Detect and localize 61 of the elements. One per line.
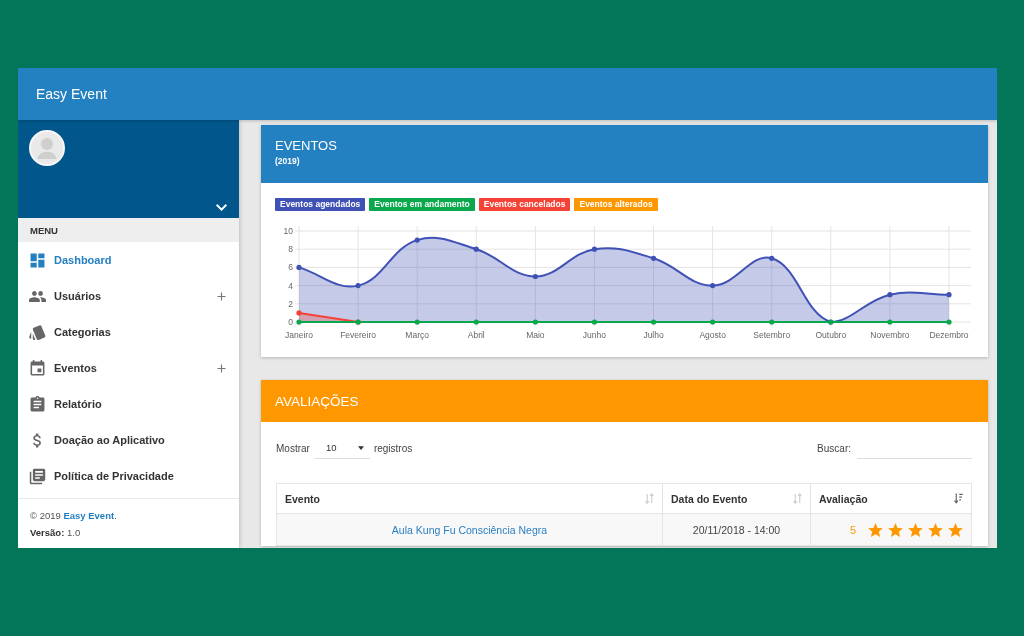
x-axis-label: Julho	[643, 330, 664, 340]
legend-label: Eventos em andamento	[374, 199, 470, 210]
chevron-down-icon[interactable]	[216, 204, 227, 211]
tiles-icon	[29, 251, 46, 269]
star-icon	[908, 522, 923, 537]
app-title: Easy Event	[36, 86, 107, 102]
pages-icon	[29, 467, 46, 485]
sidebar-item[interactable]: Dashboard	[18, 242, 239, 278]
sidebar-item[interactable]: Eventos	[18, 350, 239, 386]
column-header[interactable]: Evento	[276, 483, 663, 514]
table-cell: 20/11/2018 - 14:00	[662, 513, 811, 546]
card-title: EVENTOS	[275, 138, 337, 154]
x-axis-label: Novembro	[870, 330, 910, 340]
avatar-icon	[29, 130, 65, 166]
event-link[interactable]: Aula Kung Fu Consciência Negra	[391, 523, 548, 536]
rating-value: 5	[849, 523, 856, 536]
x-axis-label: Março	[405, 330, 429, 340]
cards-icon	[29, 323, 46, 341]
menu-heading: MENU	[18, 218, 239, 242]
sidebar-item[interactable]: Doação ao Aplicativo	[18, 422, 239, 458]
x-axis-label: Dezembro	[929, 330, 969, 340]
column-header[interactable]: Data do Evento	[662, 483, 811, 514]
caret-icon	[357, 445, 364, 450]
y-axis-label: 2	[288, 298, 293, 309]
sidebar-item[interactable]: Política de Privacidade	[18, 458, 239, 494]
y-axis-label: 10	[283, 226, 293, 236]
copyright-text: © 2019 Easy Event.	[30, 509, 117, 523]
search-label: Buscar:	[817, 442, 851, 454]
page-size-select[interactable]: 10	[314, 437, 370, 459]
star-icon	[888, 522, 903, 537]
length-suffix: registros	[373, 442, 413, 454]
x-axis-label: Outubro	[815, 330, 847, 340]
clipboard-icon	[29, 395, 46, 413]
star-icon	[948, 522, 963, 537]
plus-icon	[217, 291, 226, 301]
version-text: Versão: 1.0	[30, 526, 81, 540]
y-axis-label: 0	[288, 317, 293, 327]
length-label: Mostrar	[276, 442, 310, 454]
card-title: AVALIAÇÕES	[275, 393, 359, 409]
y-axis-label: 6	[288, 262, 293, 273]
x-axis-label: Abril	[467, 330, 485, 340]
legend-label: Eventos cancelados	[483, 199, 566, 210]
star-icon	[868, 522, 883, 537]
x-axis-label: Fevereiro	[340, 330, 377, 340]
card-subtitle: (2019)	[275, 155, 300, 168]
y-axis-label: 8	[288, 244, 293, 255]
legend-label: Eventos agendados	[280, 199, 361, 210]
sidebar-item[interactable]: Categorias	[18, 314, 239, 350]
x-axis-label: Agosto	[699, 330, 726, 340]
x-axis-label: Junho	[582, 330, 607, 340]
calendar-icon	[29, 359, 46, 377]
column-header[interactable]: Avaliação	[810, 483, 972, 514]
star-icon	[928, 522, 943, 537]
y-axis-label: 4	[288, 280, 293, 291]
legend-label: Eventos alterados	[579, 199, 653, 210]
x-axis-label: Janeiro	[285, 330, 313, 340]
sidebar-item[interactable]: Usuários	[18, 278, 239, 314]
x-axis-label: Maio	[526, 330, 545, 340]
plus-icon	[217, 363, 226, 373]
sidebar-item[interactable]: Relatório	[18, 386, 239, 422]
x-axis-label: Setembro	[753, 330, 791, 340]
